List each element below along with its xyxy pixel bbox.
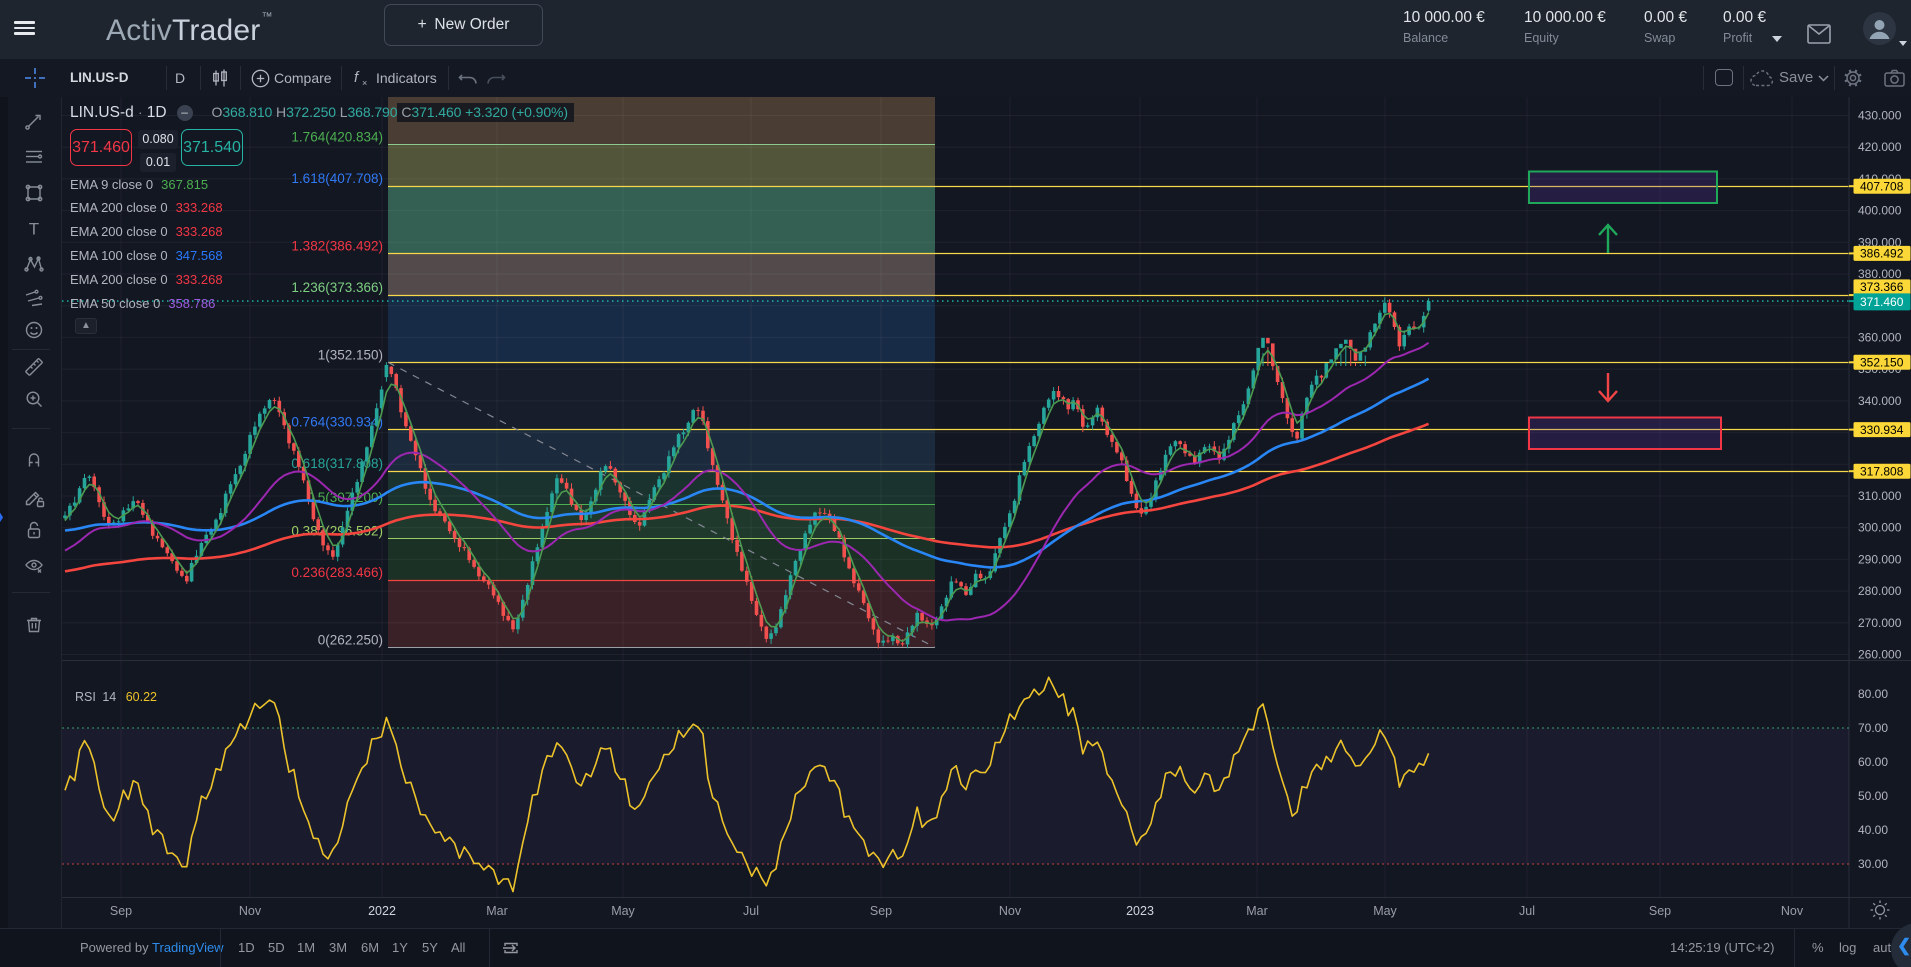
svg-text:Nov: Nov <box>999 904 1022 918</box>
svg-text:1(352.150): 1(352.150) <box>318 347 383 362</box>
svg-text:30.00: 30.00 <box>1858 857 1888 871</box>
svg-text:70.00: 70.00 <box>1858 721 1888 735</box>
svg-text:290.000: 290.000 <box>1858 552 1902 566</box>
svg-text:May: May <box>1373 904 1397 918</box>
svg-text:270.000: 270.000 <box>1858 616 1902 630</box>
svg-text:Jul: Jul <box>1519 904 1535 918</box>
svg-text:Mar: Mar <box>1246 904 1268 918</box>
svg-text:360.000: 360.000 <box>1858 330 1902 344</box>
svg-text:400.000: 400.000 <box>1858 204 1902 218</box>
svg-text:330.934: 330.934 <box>1860 423 1904 437</box>
svg-text:0.764(330.934): 0.764(330.934) <box>291 415 383 430</box>
svg-text:420.000: 420.000 <box>1858 140 1902 154</box>
svg-text:80.00: 80.00 <box>1858 687 1888 701</box>
svg-text:407.708: 407.708 <box>1860 179 1904 193</box>
svg-text:371.460: 371.460 <box>1860 295 1904 309</box>
svg-text:May: May <box>611 904 635 918</box>
svg-text:Nov: Nov <box>239 904 262 918</box>
svg-text:Sep: Sep <box>1649 904 1671 918</box>
svg-text:260.000: 260.000 <box>1858 648 1902 662</box>
svg-text:50.00: 50.00 <box>1858 789 1888 803</box>
svg-text:Mar: Mar <box>486 904 508 918</box>
svg-text:2023: 2023 <box>1126 904 1154 918</box>
svg-text:1.236(373.366): 1.236(373.366) <box>291 280 383 295</box>
svg-text:386.492: 386.492 <box>1860 247 1904 261</box>
svg-text:f: f <box>354 69 360 86</box>
svg-text:340.000: 340.000 <box>1858 394 1902 408</box>
svg-text:0.236(283.466): 0.236(283.466) <box>291 565 383 580</box>
svg-text:Sep: Sep <box>870 904 892 918</box>
svg-text:60.00: 60.00 <box>1858 755 1888 769</box>
svg-text:1.382(386.492): 1.382(386.492) <box>291 238 383 253</box>
svg-text:1.618(407.708): 1.618(407.708) <box>291 171 383 186</box>
svg-text:352.150: 352.150 <box>1860 356 1904 370</box>
svg-text:373.366: 373.366 <box>1860 280 1904 294</box>
svg-text:317.808: 317.808 <box>1860 464 1904 478</box>
svg-text:310.000: 310.000 <box>1858 489 1902 503</box>
svg-text:2022: 2022 <box>368 904 396 918</box>
svg-text:Sep: Sep <box>110 904 132 918</box>
svg-text:×: × <box>362 78 367 88</box>
svg-text:300.000: 300.000 <box>1858 521 1902 535</box>
svg-text:40.00: 40.00 <box>1858 823 1888 837</box>
svg-text:0(262.250): 0(262.250) <box>318 632 383 647</box>
svg-text:RSI 14 60.22: RSI 14 60.22 <box>75 690 157 704</box>
svg-text:430.000: 430.000 <box>1858 109 1902 123</box>
svg-text:Nov: Nov <box>1781 904 1804 918</box>
svg-text:Jul: Jul <box>743 904 759 918</box>
svg-text:1.764(420.834): 1.764(420.834) <box>291 130 383 145</box>
svg-text:T: T <box>29 220 39 239</box>
svg-text:280.000: 280.000 <box>1858 584 1902 598</box>
svg-text:380.000: 380.000 <box>1858 267 1902 281</box>
